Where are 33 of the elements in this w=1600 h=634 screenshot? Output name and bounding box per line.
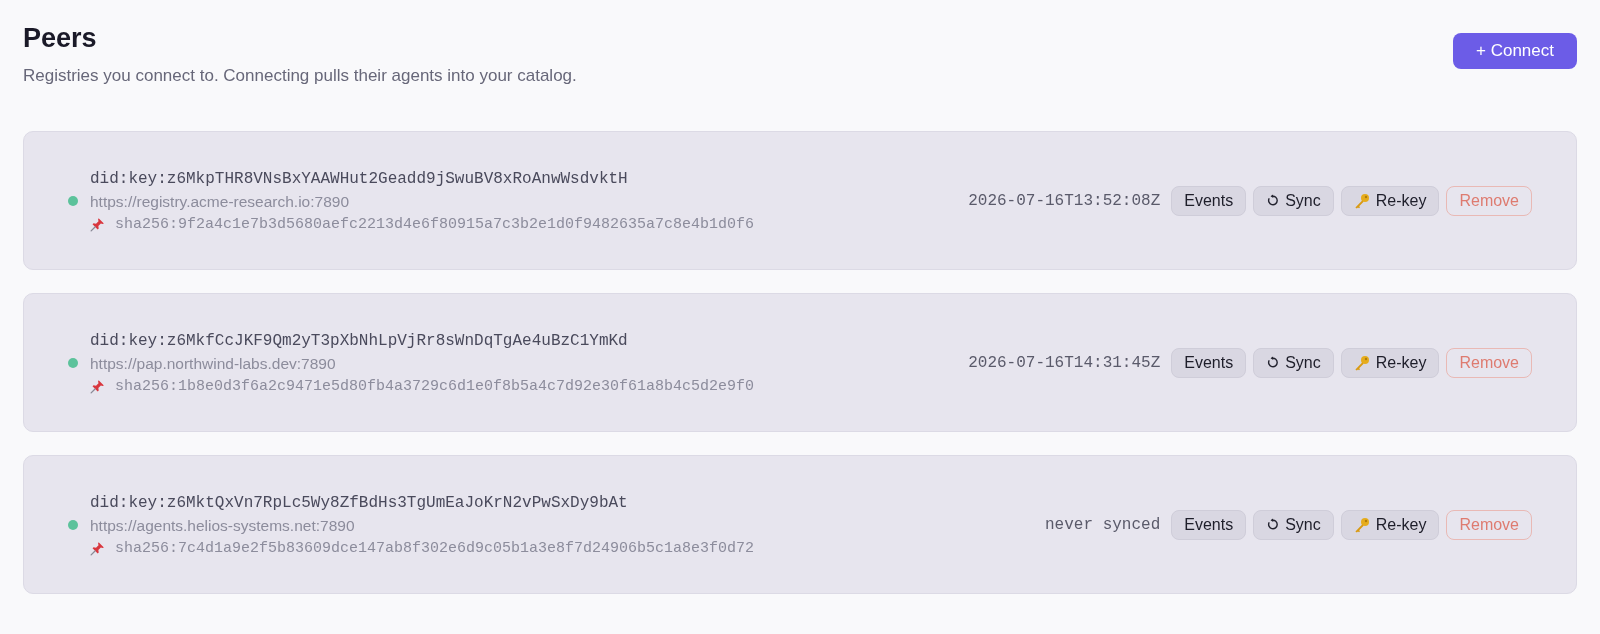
pushpin-icon	[90, 541, 105, 556]
key-icon	[1353, 354, 1370, 371]
page-title: Peers	[23, 22, 98, 55]
sync-button[interactable]: Sync	[1253, 509, 1334, 540]
key-icon	[1353, 516, 1370, 533]
pinned-key-hash: sha256:7c4d1a9e2f5b83609dce147ab8f302e6d9c05b1a3e8f7d24906b5c1a8e3f0d72	[115, 538, 755, 559]
peer-url: https://agents.helios-systems.net:7890	[90, 515, 356, 536]
rotate-arrow-icon	[1266, 194, 1280, 207]
peer-did: did:key:z6MkfCcJKF9Qm2yT3pXbNhLpVjRr8sWnDqTgAe4uBzC1YmKd	[90, 330, 629, 351]
last-sync-time: never synced	[1045, 515, 1161, 534]
rekey-button[interactable]: Re-key	[1340, 185, 1440, 216]
sync-button[interactable]: Sync	[1253, 347, 1334, 378]
page-subtitle: Registries you connect to. Connecting pulls their agents into your catalog.	[23, 65, 577, 87]
connect-button[interactable]: + Connect	[1453, 33, 1577, 69]
last-sync-time: 2026-07-16T14:31:45Z	[968, 353, 1161, 372]
pushpin-icon	[90, 379, 105, 394]
peer-did: did:key:z6MkpTHR8VNsBxYAAWHut2Geadd9jSwuBV8xRoAnwWsdvktH	[90, 168, 629, 189]
events-button[interactable]: Events	[1171, 509, 1247, 540]
pinned-key-hash: sha256:1b8e0d3f6a2c9471e5d80fb4a3729c6d1e0f8b5a4c7d92e30f61a8b4c5d2e9f0	[115, 376, 755, 397]
sync-button[interactable]: Sync	[1253, 185, 1334, 216]
rotate-arrow-icon	[1266, 356, 1280, 369]
events-button[interactable]: Events	[1171, 347, 1247, 378]
rekey-button[interactable]: Re-key	[1340, 509, 1440, 540]
peer-url: https://registry.acme-research.io:7890	[90, 191, 351, 212]
pushpin-icon	[90, 217, 105, 232]
last-sync-time: 2026-07-16T13:52:08Z	[968, 191, 1161, 210]
peer-did: did:key:z6MktQxVn7RpLc5Wy8ZfBdHs3TgUmEaJoKrN2vPwSxDy9bAt	[90, 492, 629, 513]
key-icon	[1353, 192, 1370, 209]
pinned-key-hash: sha256:9f2a4c1e7b3d5680aefc2213d4e6f80915a7c3b2e1d0f9482635a7c8e4b1d0f6	[115, 214, 755, 235]
rotate-arrow-icon	[1266, 518, 1280, 531]
rekey-button[interactable]: Re-key	[1340, 347, 1440, 378]
events-button[interactable]: Events	[1171, 185, 1247, 216]
peer-url: https://pap.northwind-labs.dev:7890	[90, 353, 337, 374]
